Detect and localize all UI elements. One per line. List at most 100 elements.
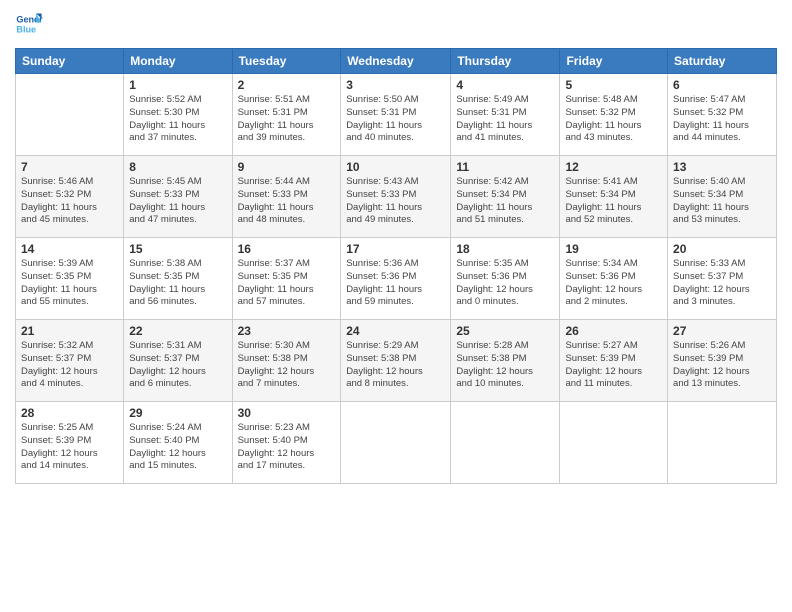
calendar-cell: 7 Sunrise: 5:46 AM Sunset: 5:32 PM Daylig…	[16, 156, 124, 238]
day-info: Sunrise: 5:30 AM Sunset: 5:38 PM Dayligh…	[238, 340, 336, 391]
day-info: Sunrise: 5:51 AM Sunset: 5:31 PM Dayligh…	[238, 94, 336, 145]
weekday-header-thursday: Thursday	[451, 49, 560, 74]
calendar-cell: 24 Sunrise: 5:29 AM Sunset: 5:38 PM Dayli…	[341, 320, 451, 402]
calendar-cell: 27 Sunrise: 5:26 AM Sunset: 5:39 PM Dayli…	[668, 320, 777, 402]
day-number: 17	[346, 242, 445, 256]
calendar-cell: 11 Sunrise: 5:42 AM Sunset: 5:34 PM Dayli…	[451, 156, 560, 238]
day-number: 2	[238, 78, 336, 92]
calendar-cell	[341, 402, 451, 484]
day-number: 8	[129, 160, 226, 174]
weekday-header-tuesday: Tuesday	[232, 49, 341, 74]
calendar-cell: 18 Sunrise: 5:35 AM Sunset: 5:36 PM Dayli…	[451, 238, 560, 320]
calendar-cell: 17Sunrise: 5:36 AM Sunset: 5:36 PM Dayli…	[341, 238, 451, 320]
day-info: Sunrise: 5:23 AM Sunset: 5:40 PM Dayligh…	[238, 422, 336, 473]
calendar-cell	[451, 402, 560, 484]
day-number: 21	[21, 324, 118, 338]
day-info: Sunrise: 5:50 AM Sunset: 5:31 PM Dayligh…	[346, 94, 445, 145]
weekday-header-wednesday: Wednesday	[341, 49, 451, 74]
day-number: 30	[238, 406, 336, 420]
calendar-cell: 23 Sunrise: 5:30 AM Sunset: 5:38 PM Dayli…	[232, 320, 341, 402]
day-number: 22	[129, 324, 226, 338]
calendar-cell: 21 Sunrise: 5:32 AM Sunset: 5:37 PM Dayli…	[16, 320, 124, 402]
day-number: 10	[346, 160, 445, 174]
day-info: Sunrise: 5:35 AM Sunset: 5:36 PM Dayligh…	[456, 258, 554, 309]
calendar-cell: 13 Sunrise: 5:40 AM Sunset: 5:34 PM Dayli…	[668, 156, 777, 238]
day-info: Sunrise: 5:48 AM Sunset: 5:32 PM Dayligh…	[565, 94, 662, 145]
day-number: 3	[346, 78, 445, 92]
day-info: Sunrise: 5:33 AM Sunset: 5:37 PM Dayligh…	[673, 258, 771, 309]
calendar-cell: 15 Sunrise: 5:38 AM Sunset: 5:35 PM Dayli…	[124, 238, 232, 320]
day-number: 29	[129, 406, 226, 420]
day-info: Sunrise: 5:32 AM Sunset: 5:37 PM Dayligh…	[21, 340, 118, 391]
day-info: Sunrise: 5:26 AM Sunset: 5:39 PM Dayligh…	[673, 340, 771, 391]
day-info: Sunrise: 5:24 AM Sunset: 5:40 PM Dayligh…	[129, 422, 226, 473]
day-number: 7	[21, 160, 118, 174]
day-number: 24	[346, 324, 445, 338]
day-number: 13	[673, 160, 771, 174]
day-number: 12	[565, 160, 662, 174]
calendar-cell: 28 Sunrise: 5:25 AM Sunset: 5:39 PM Dayli…	[16, 402, 124, 484]
calendar-cell	[560, 402, 668, 484]
day-info: Sunrise: 5:29 AM Sunset: 5:38 PM Dayligh…	[346, 340, 445, 391]
day-number: 16	[238, 242, 336, 256]
calendar-cell: 16 Sunrise: 5:37 AM Sunset: 5:35 PM Dayli…	[232, 238, 341, 320]
day-number: 14	[21, 242, 118, 256]
day-info: Sunrise: 5:43 AM Sunset: 5:33 PM Dayligh…	[346, 176, 445, 227]
calendar-cell: 4 Sunrise: 5:49 AM Sunset: 5:31 PM Daylig…	[451, 74, 560, 156]
calendar-cell: 10 Sunrise: 5:43 AM Sunset: 5:33 PM Dayli…	[341, 156, 451, 238]
calendar-cell: 2 Sunrise: 5:51 AM Sunset: 5:31 PM Daylig…	[232, 74, 341, 156]
calendar-cell	[668, 402, 777, 484]
weekday-header-friday: Friday	[560, 49, 668, 74]
day-number: 18	[456, 242, 554, 256]
day-info: Sunrise: 5:49 AM Sunset: 5:31 PM Dayligh…	[456, 94, 554, 145]
svg-text:Blue: Blue	[16, 24, 36, 34]
day-number: 20	[673, 242, 771, 256]
day-number: 26	[565, 324, 662, 338]
day-info: Sunrise: 5:31 AM Sunset: 5:37 PM Dayligh…	[129, 340, 226, 391]
calendar-cell: 19 Sunrise: 5:34 AM Sunset: 5:36 PM Dayli…	[560, 238, 668, 320]
calendar-cell: 25Sunrise: 5:28 AM Sunset: 5:38 PM Dayli…	[451, 320, 560, 402]
day-number: 28	[21, 406, 118, 420]
calendar-cell: 8 Sunrise: 5:45 AM Sunset: 5:33 PM Daylig…	[124, 156, 232, 238]
day-number: 15	[129, 242, 226, 256]
calendar-cell	[16, 74, 124, 156]
calendar-cell: 26 Sunrise: 5:27 AM Sunset: 5:39 PM Dayli…	[560, 320, 668, 402]
day-number: 9	[238, 160, 336, 174]
day-info: Sunrise: 5:25 AM Sunset: 5:39 PM Dayligh…	[21, 422, 118, 473]
day-info: Sunrise: 5:39 AM Sunset: 5:35 PM Dayligh…	[21, 258, 118, 309]
day-number: 23	[238, 324, 336, 338]
day-info: Sunrise: 5:34 AM Sunset: 5:36 PM Dayligh…	[565, 258, 662, 309]
day-info: Sunrise: 5:27 AM Sunset: 5:39 PM Dayligh…	[565, 340, 662, 391]
day-info: Sunrise: 5:52 AM Sunset: 5:30 PM Dayligh…	[129, 94, 226, 145]
calendar-cell: 14 Sunrise: 5:39 AM Sunset: 5:35 PM Dayli…	[16, 238, 124, 320]
day-number: 27	[673, 324, 771, 338]
day-info: Sunrise: 5:47 AM Sunset: 5:32 PM Dayligh…	[673, 94, 771, 145]
day-number: 5	[565, 78, 662, 92]
calendar-table: SundayMondayTuesdayWednesdayThursdayFrid…	[15, 48, 777, 484]
calendar-cell: 29 Sunrise: 5:24 AM Sunset: 5:40 PM Dayli…	[124, 402, 232, 484]
day-info: Sunrise: 5:40 AM Sunset: 5:34 PM Dayligh…	[673, 176, 771, 227]
day-number: 6	[673, 78, 771, 92]
calendar-cell: 12 Sunrise: 5:41 AM Sunset: 5:34 PM Dayli…	[560, 156, 668, 238]
calendar-cell: 5 Sunrise: 5:48 AM Sunset: 5:32 PM Daylig…	[560, 74, 668, 156]
weekday-header-saturday: Saturday	[668, 49, 777, 74]
weekday-header-monday: Monday	[124, 49, 232, 74]
day-info: Sunrise: 5:37 AM Sunset: 5:35 PM Dayligh…	[238, 258, 336, 309]
general-blue-logo: General Blue	[15, 10, 43, 38]
day-number: 19	[565, 242, 662, 256]
calendar-cell: 3 Sunrise: 5:50 AM Sunset: 5:31 PM Daylig…	[341, 74, 451, 156]
day-number: 4	[456, 78, 554, 92]
day-info: Sunrise: 5:38 AM Sunset: 5:35 PM Dayligh…	[129, 258, 226, 309]
day-info: Sunrise: 5:45 AM Sunset: 5:33 PM Dayligh…	[129, 176, 226, 227]
calendar-cell: 20 Sunrise: 5:33 AM Sunset: 5:37 PM Dayli…	[668, 238, 777, 320]
calendar-cell: 1 Sunrise: 5:52 AM Sunset: 5:30 PM Daylig…	[124, 74, 232, 156]
calendar-cell: 6 Sunrise: 5:47 AM Sunset: 5:32 PM Daylig…	[668, 74, 777, 156]
calendar-cell: 9Sunrise: 5:44 AM Sunset: 5:33 PM Daylig…	[232, 156, 341, 238]
day-info: Sunrise: 5:42 AM Sunset: 5:34 PM Dayligh…	[456, 176, 554, 227]
weekday-header-sunday: Sunday	[16, 49, 124, 74]
day-number: 1	[129, 78, 226, 92]
day-info: Sunrise: 5:46 AM Sunset: 5:32 PM Dayligh…	[21, 176, 118, 227]
day-info: Sunrise: 5:28 AM Sunset: 5:38 PM Dayligh…	[456, 340, 554, 391]
day-number: 11	[456, 160, 554, 174]
day-info: Sunrise: 5:41 AM Sunset: 5:34 PM Dayligh…	[565, 176, 662, 227]
